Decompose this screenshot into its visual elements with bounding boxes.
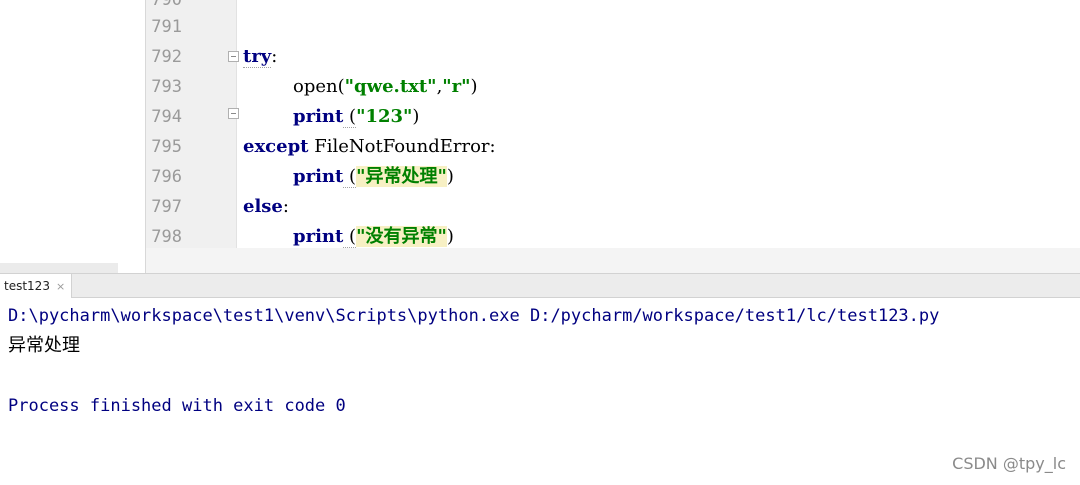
run-tab-bar: test123 × bbox=[0, 273, 1080, 298]
code-line-797: else: bbox=[243, 196, 289, 217]
line-number: 795 bbox=[151, 137, 182, 157]
tool-window-strip bbox=[0, 263, 118, 273]
code-line-793: open("qwe.txt","r") bbox=[293, 76, 478, 97]
line-number: 793 bbox=[151, 77, 182, 97]
watermark: CSDN @tpy_lc bbox=[952, 454, 1066, 473]
editor-bottom-strip bbox=[145, 248, 1080, 273]
line-number: 794 bbox=[151, 107, 182, 127]
code-line-795: except FileNotFoundError: bbox=[243, 136, 496, 157]
line-number: 796 bbox=[151, 167, 182, 187]
fold-end-icon[interactable] bbox=[228, 108, 239, 119]
close-icon[interactable]: × bbox=[56, 280, 65, 293]
run-tab-label: test123 bbox=[4, 279, 50, 293]
line-number: 792 bbox=[151, 47, 182, 67]
fold-collapse-icon[interactable] bbox=[228, 51, 239, 62]
line-number: 791 bbox=[151, 17, 182, 37]
code-editor[interactable]: try: open("qwe.txt","r") print ("123") e… bbox=[243, 0, 1073, 248]
run-console[interactable]: D:\pycharm\workspace\test1\venv\Scripts\… bbox=[0, 298, 1080, 485]
line-number: 797 bbox=[151, 197, 182, 217]
code-line-794: print ("123") bbox=[293, 106, 420, 128]
keyword: try bbox=[243, 46, 272, 68]
code-line-792: try: bbox=[243, 46, 278, 68]
line-number-gutter: 790 791 792 793 794 795 796 797 798 bbox=[145, 0, 239, 248]
code-line-796: print ("异常处理") bbox=[293, 166, 454, 188]
console-output-line: 异常处理 bbox=[8, 335, 80, 356]
console-exit-line: Process finished with exit code 0 bbox=[8, 396, 346, 416]
console-command-line: D:\pycharm\workspace\test1\venv\Scripts\… bbox=[8, 306, 940, 326]
run-tab-test123[interactable]: test123 × bbox=[0, 274, 73, 298]
editor-left-blank bbox=[0, 0, 145, 273]
